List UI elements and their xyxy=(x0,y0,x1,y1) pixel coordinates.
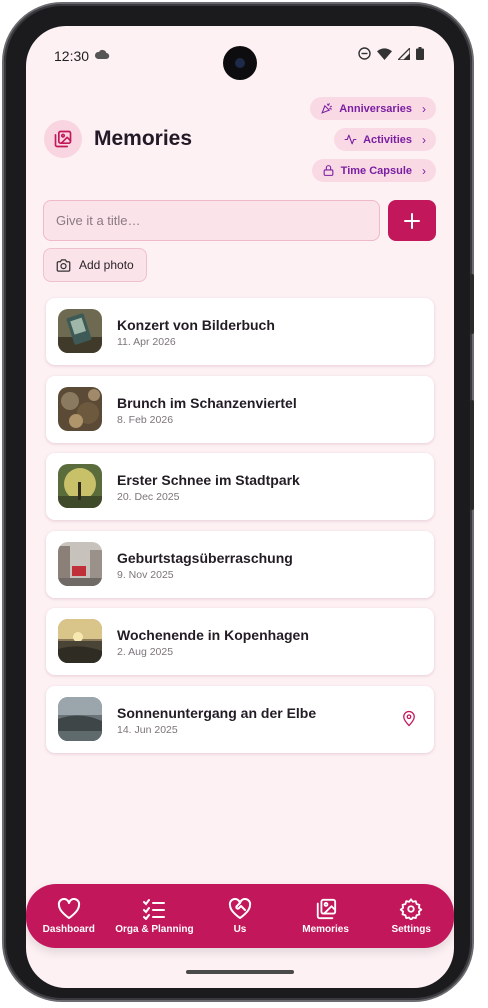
chevron-right-icon: › xyxy=(422,163,426,178)
memory-thumbnail xyxy=(58,386,102,431)
screen: 12:30 Memories Anniversaries › Activitie xyxy=(26,26,454,988)
heart-icon xyxy=(57,897,80,919)
images-icon xyxy=(54,130,72,148)
memory-item[interactable]: Brunch im Schanzenviertel 8. Feb 2026 xyxy=(46,375,434,443)
memory-thumbnail xyxy=(58,541,102,586)
wifi-icon xyxy=(377,47,392,60)
memory-date: 9. Nov 2025 xyxy=(117,568,174,581)
activities-chip[interactable]: Activities › xyxy=(334,128,436,151)
memory-title: Wochenende in Kopenhagen xyxy=(117,627,309,643)
heart-handshake-icon xyxy=(228,897,252,919)
plus-icon xyxy=(404,212,420,229)
memory-title: Erster Schnee im Stadtpark xyxy=(117,472,300,488)
memory-title: Brunch im Schanzenviertel xyxy=(117,394,297,411)
nav-label: Settings xyxy=(391,923,431,935)
nav-dashboard[interactable]: Dashboard xyxy=(27,897,111,935)
nav-label: Orga & Planning xyxy=(115,923,194,935)
time-capsule-label: Time Capsule xyxy=(340,164,412,177)
add-photo-label: Add photo xyxy=(79,258,134,272)
status-bar: 12:30 xyxy=(26,26,454,82)
memory-thumbnail xyxy=(58,619,102,663)
memory-item[interactable]: Geburtstagsüberraschung 9. Nov 2025 xyxy=(46,530,434,598)
page-title: Memories xyxy=(94,127,193,150)
memory-date: 8. Feb 2026 xyxy=(117,413,174,426)
memory-item[interactable]: Sonnenuntergang an der Elbe 14. Jun 2025 xyxy=(46,685,434,753)
memory-title-input[interactable] xyxy=(43,200,380,241)
memory-item[interactable]: Konzert von Bilderbuch 11. Apr 2026 xyxy=(46,298,434,365)
chevron-right-icon: › xyxy=(422,132,426,147)
home-indicator[interactable] xyxy=(186,970,294,974)
memory-date: 20. Dec 2025 xyxy=(117,491,180,503)
images-icon xyxy=(316,898,336,919)
anniversaries-label: Anniversaries xyxy=(339,102,412,115)
memories-app-icon xyxy=(44,120,82,158)
memory-title: Geburtstagsüberraschung xyxy=(117,549,293,566)
nav-label: Us xyxy=(233,923,247,935)
memory-date: 14. Jun 2025 xyxy=(117,723,178,736)
memory-item[interactable]: Wochenende in Kopenhagen 2. Aug 2025 xyxy=(46,608,434,675)
gear-icon xyxy=(399,897,423,920)
nav-orga-planning[interactable]: Orga & Planning xyxy=(112,898,196,935)
cloud-icon xyxy=(94,49,110,60)
time-capsule-chip[interactable]: Time Capsule › xyxy=(311,159,436,182)
activity-icon xyxy=(344,134,357,145)
party-popper-icon xyxy=(321,103,333,114)
memory-title: Sonnenuntergang an der Elbe xyxy=(117,704,317,721)
checklist-icon xyxy=(143,898,166,920)
nav-label: Memories xyxy=(302,923,349,935)
status-time: 12:30 xyxy=(54,48,90,64)
nav-us[interactable]: Us xyxy=(198,897,282,935)
power-button xyxy=(470,400,474,510)
add-photo-button[interactable]: Add photo xyxy=(43,248,147,282)
memory-date: 11. Apr 2026 xyxy=(117,336,176,348)
nav-memories[interactable]: Memories xyxy=(284,898,368,935)
memory-title: Konzert von Bilderbuch xyxy=(117,317,275,333)
battery-icon xyxy=(416,47,424,60)
nav-settings[interactable]: Settings xyxy=(369,897,453,935)
camera-icon xyxy=(56,258,71,272)
bottom-navigation: Dashboard Orga & Planning Us Memories Se… xyxy=(26,884,454,948)
memory-thumbnail xyxy=(58,464,102,508)
location-pin-icon xyxy=(403,710,415,726)
nav-label: Dashboard xyxy=(42,923,95,935)
status-icons xyxy=(358,47,424,60)
quick-links: Anniversaries › Activities › Time Capsul… xyxy=(310,97,436,182)
activities-label: Activities xyxy=(363,133,412,146)
memories-list: Konzert von Bilderbuch 11. Apr 2026 Brun… xyxy=(46,298,434,763)
volume-button xyxy=(470,274,474,334)
lock-icon xyxy=(323,165,334,176)
chevron-right-icon: › xyxy=(422,101,426,116)
memory-thumbnail xyxy=(58,696,102,741)
memory-date: 2. Aug 2025 xyxy=(117,646,174,658)
add-memory-button[interactable] xyxy=(388,200,436,241)
memory-thumbnail xyxy=(58,309,102,353)
anniversaries-chip[interactable]: Anniversaries › xyxy=(310,97,436,120)
memory-item[interactable]: Erster Schnee im Stadtpark 20. Dec 2025 xyxy=(46,453,434,520)
phone-frame: 12:30 Memories Anniversaries › Activitie xyxy=(4,4,474,1000)
front-camera xyxy=(223,46,257,80)
do-not-disturb-icon xyxy=(358,47,371,60)
signal-icon xyxy=(398,47,410,60)
